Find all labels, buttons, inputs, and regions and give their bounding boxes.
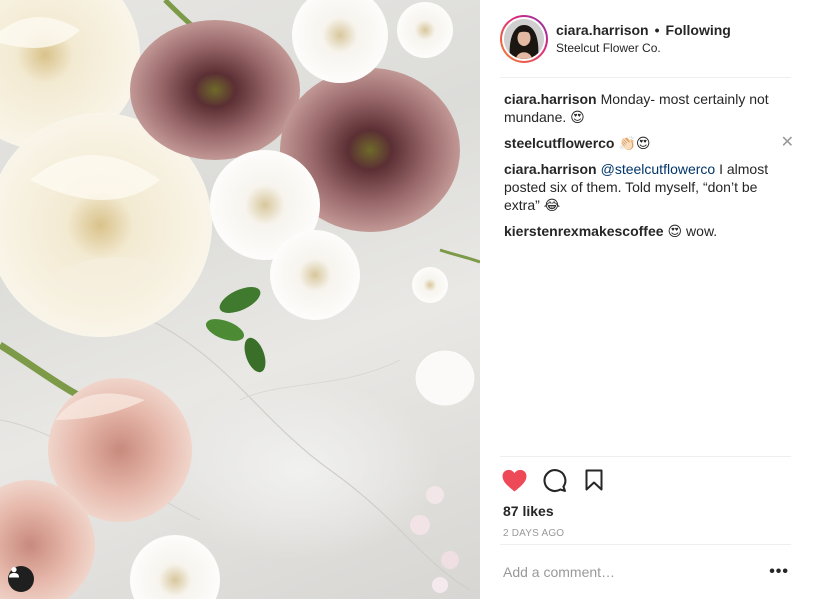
comment-item: ciara.harrison Monday- most certainly not…	[504, 90, 794, 127]
comment-item: ciara.harrison @steelcutflowerco I almost…	[504, 160, 794, 215]
comment-button[interactable]	[540, 466, 568, 494]
post-photo[interactable]	[0, 0, 480, 599]
profile-photo	[504, 18, 544, 59]
post-timestamp[interactable]: 2 DAYS AGO	[503, 528, 791, 539]
comment-emoji: 😍	[667, 224, 683, 240]
delete-comment-close-icon[interactable]: ✕	[781, 135, 794, 151]
like-button[interactable]	[500, 466, 528, 494]
comment-bubble-icon	[543, 468, 566, 492]
more-options-button[interactable]: •••	[769, 563, 791, 581]
post-actions-section: 87 likes 2 DAYS AGO	[500, 456, 791, 539]
action-bar	[500, 457, 791, 503]
comment-item: kierstenrexmakescoffee 😍 wow.	[504, 222, 794, 241]
flower-arrangement-image	[0, 0, 480, 599]
add-comment-section: •••	[500, 544, 791, 599]
comment-mention-link[interactable]: @steelcutflowerco	[601, 161, 716, 177]
likes-count-link[interactable]: 87 likes	[503, 503, 791, 519]
location-link[interactable]: Steelcut Flower Co.	[556, 41, 731, 55]
comment-list: ciara.harrison Monday- most certainly not…	[504, 90, 794, 248]
save-button[interactable]	[580, 466, 608, 494]
avatar-story-ring[interactable]	[500, 14, 548, 63]
comment-username-link[interactable]: kierstenrexmakescoffee	[504, 223, 664, 239]
post-header: ciara.harrison • Following Steelcut Flow…	[500, 0, 791, 78]
post-side-panel: ciara.harrison • Following Steelcut Flow…	[480, 0, 813, 599]
comment-emoji: 😍	[570, 110, 585, 126]
comment-emoji: 😂	[543, 198, 561, 214]
comment-item: steelcutflowerco 👏🏻😍 ✕	[504, 134, 794, 153]
comment-username-link[interactable]: ciara.harrison	[504, 91, 597, 107]
avatar[interactable]	[504, 18, 544, 59]
following-button[interactable]: Following	[666, 22, 731, 38]
header-separator-dot: •	[654, 22, 660, 38]
comment-emoji: 👏🏻😍	[618, 136, 651, 152]
user-tag-button[interactable]	[8, 566, 34, 592]
header-username-link[interactable]: ciara.harrison	[556, 22, 649, 38]
user-tag-icon	[9, 567, 19, 578]
comment-username-link[interactable]: ciara.harrison	[504, 161, 597, 177]
bookmark-icon	[585, 469, 603, 491]
comment-text: wow.	[682, 223, 718, 239]
comment-username-link[interactable]: steelcutflowerco	[504, 135, 614, 151]
heart-icon	[502, 469, 526, 491]
add-comment-input[interactable]	[500, 564, 750, 580]
